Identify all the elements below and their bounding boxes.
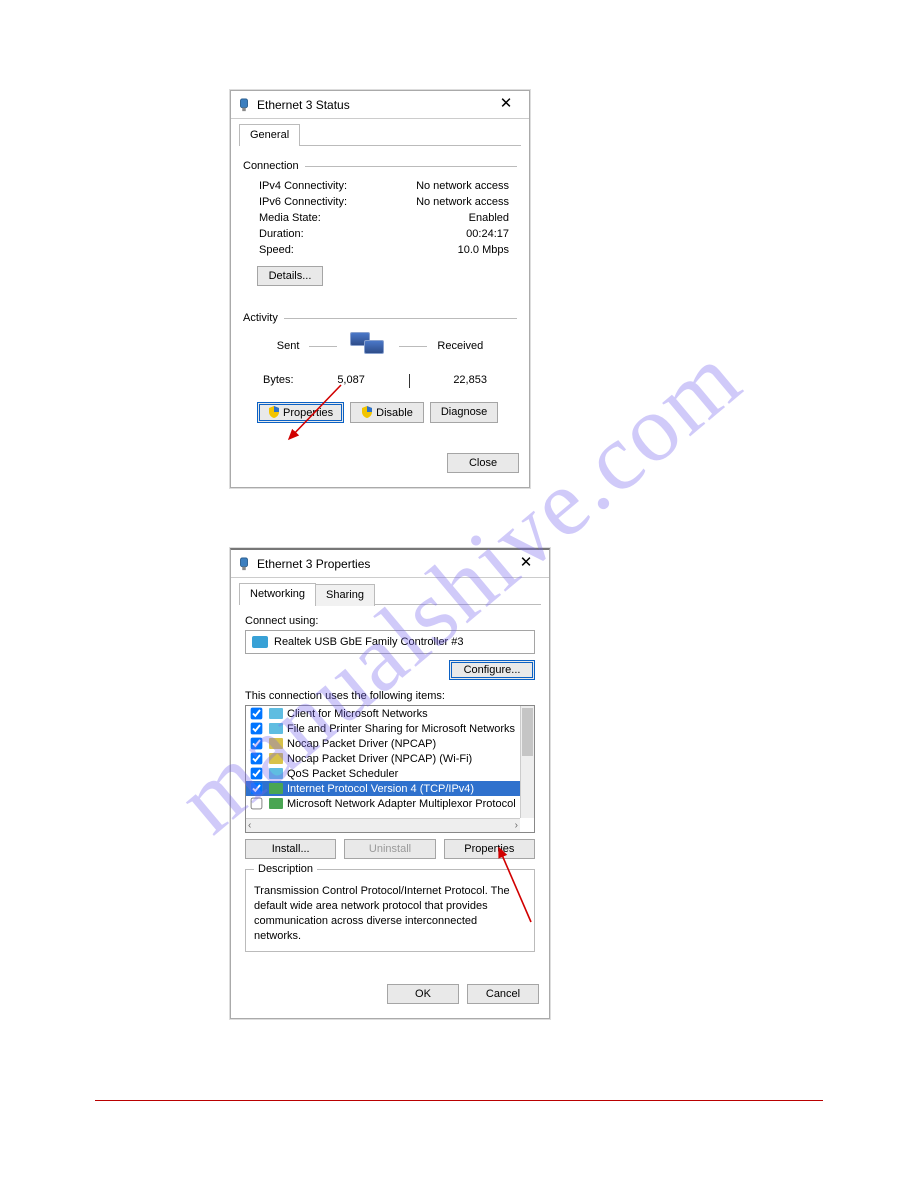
- network-adapter-icon: [237, 98, 251, 112]
- disable-button[interactable]: Disable: [350, 402, 424, 423]
- speed-value: 10.0 Mbps: [458, 244, 509, 256]
- duration-value: 00:24:17: [466, 228, 509, 240]
- adapter-name: Realtek USB GbE Family Controller #3: [274, 636, 464, 648]
- tab-sharing[interactable]: Sharing: [315, 584, 375, 606]
- component-icon: [269, 783, 283, 794]
- connection-items-listbox[interactable]: Client for Microsoft Networks File and Pr…: [245, 705, 535, 833]
- network-adapter-icon: [237, 557, 251, 571]
- media-state-value: Enabled: [469, 212, 509, 224]
- list-item-label: QoS Packet Scheduler: [287, 768, 398, 780]
- list-item-checkbox[interactable]: [251, 723, 263, 735]
- list-item[interactable]: Internet Protocol Version 4 (TCP/IPv4): [246, 781, 520, 796]
- tab-general[interactable]: General: [239, 124, 300, 146]
- dialog-title: Ethernet 3 Properties: [257, 557, 509, 571]
- horizontal-scrollbar[interactable]: ‹›: [246, 818, 520, 832]
- close-button[interactable]: Close: [447, 453, 519, 473]
- description-legend: Description: [254, 862, 317, 877]
- ipv6-value: No network access: [416, 196, 509, 208]
- list-item-checkbox[interactable]: [251, 708, 263, 720]
- component-icon: [269, 708, 283, 719]
- media-state-label: Media State:: [259, 212, 321, 224]
- list-item[interactable]: Client for Microsoft Networks: [246, 706, 520, 721]
- ipv4-value: No network access: [416, 180, 509, 192]
- close-icon[interactable]: ✕: [509, 552, 543, 576]
- list-item-checkbox[interactable]: [251, 768, 263, 780]
- sent-label: Sent: [277, 340, 300, 352]
- shield-icon: [361, 406, 373, 418]
- install-button[interactable]: Install...: [245, 839, 336, 859]
- list-item-checkbox[interactable]: [251, 798, 263, 810]
- list-item-checkbox[interactable]: [251, 783, 263, 795]
- component-icon: [269, 753, 283, 764]
- list-item-label: Nocap Packet Driver (NPCAP) (Wi-Fi): [287, 753, 472, 765]
- ok-button[interactable]: OK: [387, 984, 459, 1004]
- bytes-received-value: 22,853: [453, 374, 487, 388]
- bytes-sent-value: 5,087: [337, 374, 365, 388]
- list-item-label: Internet Protocol Version 4 (TCP/IPv4): [287, 783, 474, 795]
- ethernet-properties-dialog: Ethernet 3 Properties ✕ Networking Shari…: [230, 548, 550, 1019]
- component-icon: [269, 798, 283, 809]
- uninstall-button: Uninstall: [344, 839, 435, 859]
- details-button[interactable]: Details...: [257, 266, 323, 286]
- adapter-display: Realtek USB GbE Family Controller #3: [245, 630, 535, 654]
- bytes-separator: [409, 374, 410, 388]
- tabset: General: [239, 123, 521, 146]
- dialog-title: Ethernet 3 Status: [257, 98, 489, 112]
- list-item-label: Nocap Packet Driver (NPCAP): [287, 738, 436, 750]
- list-item-checkbox[interactable]: [251, 738, 263, 750]
- list-item-label: Client for Microsoft Networks: [287, 708, 428, 720]
- item-properties-button[interactable]: Properties: [444, 839, 535, 859]
- list-item[interactable]: File and Printer Sharing for Microsoft N…: [246, 721, 520, 736]
- component-icon: [269, 723, 283, 734]
- description-group: Description Transmission Control Protoco…: [245, 869, 535, 952]
- list-item-label: File and Printer Sharing for Microsoft N…: [287, 723, 515, 735]
- configure-button[interactable]: Configure...: [449, 660, 535, 680]
- diagnose-button[interactable]: Diagnose: [430, 402, 498, 423]
- duration-label: Duration:: [259, 228, 304, 240]
- list-item[interactable]: Microsoft Network Adapter Multiplexor Pr…: [246, 796, 520, 811]
- group-connection-label: Connection: [243, 160, 517, 172]
- tab-networking[interactable]: Networking: [239, 583, 316, 605]
- network-activity-icon: [347, 330, 389, 362]
- activity-line-right: [399, 346, 427, 347]
- title-bar: Ethernet 3 Status ✕: [231, 91, 529, 119]
- list-item[interactable]: Nocap Packet Driver (NPCAP) (Wi-Fi): [246, 751, 520, 766]
- vertical-scrollbar[interactable]: [520, 706, 534, 818]
- description-text: Transmission Control Protocol/Internet P…: [254, 885, 510, 942]
- component-icon: [269, 738, 283, 749]
- title-bar: Ethernet 3 Properties ✕: [231, 550, 549, 578]
- close-icon[interactable]: ✕: [489, 93, 523, 117]
- list-item[interactable]: Nocap Packet Driver (NPCAP): [246, 736, 520, 751]
- shield-icon: [268, 406, 280, 418]
- speed-label: Speed:: [259, 244, 294, 256]
- ipv6-label: IPv6 Connectivity:: [259, 196, 347, 208]
- component-icon: [269, 768, 283, 779]
- properties-button[interactable]: Properties: [257, 402, 344, 423]
- group-activity-label: Activity: [243, 312, 517, 324]
- nic-icon: [252, 636, 268, 648]
- bytes-label: Bytes:: [263, 374, 294, 388]
- ethernet-status-dialog: Ethernet 3 Status ✕ General Connection I…: [230, 90, 530, 488]
- list-item-label: Microsoft Network Adapter Multiplexor Pr…: [287, 798, 516, 810]
- tabset: Networking Sharing: [239, 582, 541, 605]
- page-divider: [95, 1100, 823, 1101]
- received-label: Received: [437, 340, 483, 352]
- items-label: This connection uses the following items…: [245, 690, 541, 702]
- connect-using-label: Connect using:: [245, 615, 541, 627]
- list-item[interactable]: QoS Packet Scheduler: [246, 766, 520, 781]
- list-item-checkbox[interactable]: [251, 753, 263, 765]
- cancel-button[interactable]: Cancel: [467, 984, 539, 1004]
- activity-line-left: [309, 346, 337, 347]
- ipv4-label: IPv4 Connectivity:: [259, 180, 347, 192]
